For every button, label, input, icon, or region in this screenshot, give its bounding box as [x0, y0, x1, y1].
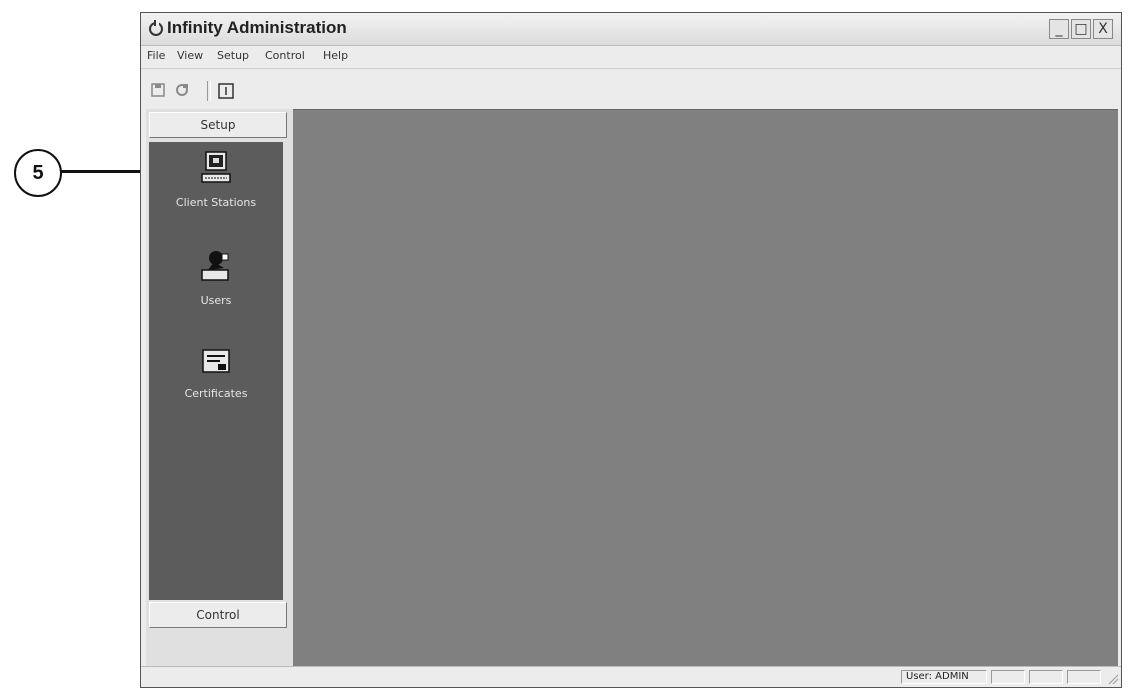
status-panel-empty	[991, 670, 1025, 684]
toolbar-separator	[207, 81, 211, 101]
window-icon[interactable]	[217, 82, 235, 100]
close-button[interactable]: X	[1093, 19, 1113, 39]
toolbar	[141, 68, 1121, 107]
resize-grip-icon[interactable]	[1107, 673, 1119, 685]
status-user: User: ADMIN	[901, 670, 987, 684]
sidebar-item-label: Client Stations	[175, 196, 257, 209]
sidebar-items: Client Stations Users Certificates	[149, 142, 283, 600]
sidebar-item-label: Certificates	[184, 387, 248, 400]
users-icon	[201, 251, 229, 281]
app-power-icon	[149, 20, 163, 36]
refresh-icon[interactable]	[173, 82, 191, 100]
minimize-button[interactable]: _	[1049, 19, 1069, 39]
status-bar: User: ADMIN	[141, 666, 1121, 687]
save-icon[interactable]	[149, 82, 167, 100]
main-workspace	[293, 109, 1118, 670]
maximize-button[interactable]: □	[1071, 19, 1091, 39]
sidebar-item-client-stations[interactable]: Client Stations	[149, 150, 283, 209]
window-title: Infinity Administration	[167, 18, 347, 37]
sidebar-panel: Setup Client Stations Users Certificates…	[146, 109, 294, 669]
menu-bar: File View Setup Control Help	[141, 46, 1121, 66]
certificates-icon	[202, 349, 230, 373]
menu-file[interactable]: File	[147, 49, 165, 62]
sidebar-item-users[interactable]: Users	[149, 248, 283, 307]
status-panel-empty	[1029, 670, 1063, 684]
menu-help[interactable]: Help	[323, 49, 348, 62]
sidebar-item-label: Users	[200, 294, 232, 307]
app-window: Infinity Administration _ □ X File View …	[140, 12, 1122, 688]
sidebar-item-certificates[interactable]: Certificates	[149, 347, 283, 400]
status-panel-empty	[1067, 670, 1101, 684]
menu-view[interactable]: View	[177, 49, 203, 62]
callout-number: 5	[14, 149, 62, 197]
client-stations-icon	[201, 151, 231, 183]
section-setup[interactable]: Setup	[149, 112, 287, 138]
title-bar[interactable]: Infinity Administration _ □ X	[141, 13, 1121, 46]
menu-control[interactable]: Control	[265, 49, 305, 62]
section-control[interactable]: Control	[149, 602, 287, 628]
menu-setup[interactable]: Setup	[217, 49, 249, 62]
